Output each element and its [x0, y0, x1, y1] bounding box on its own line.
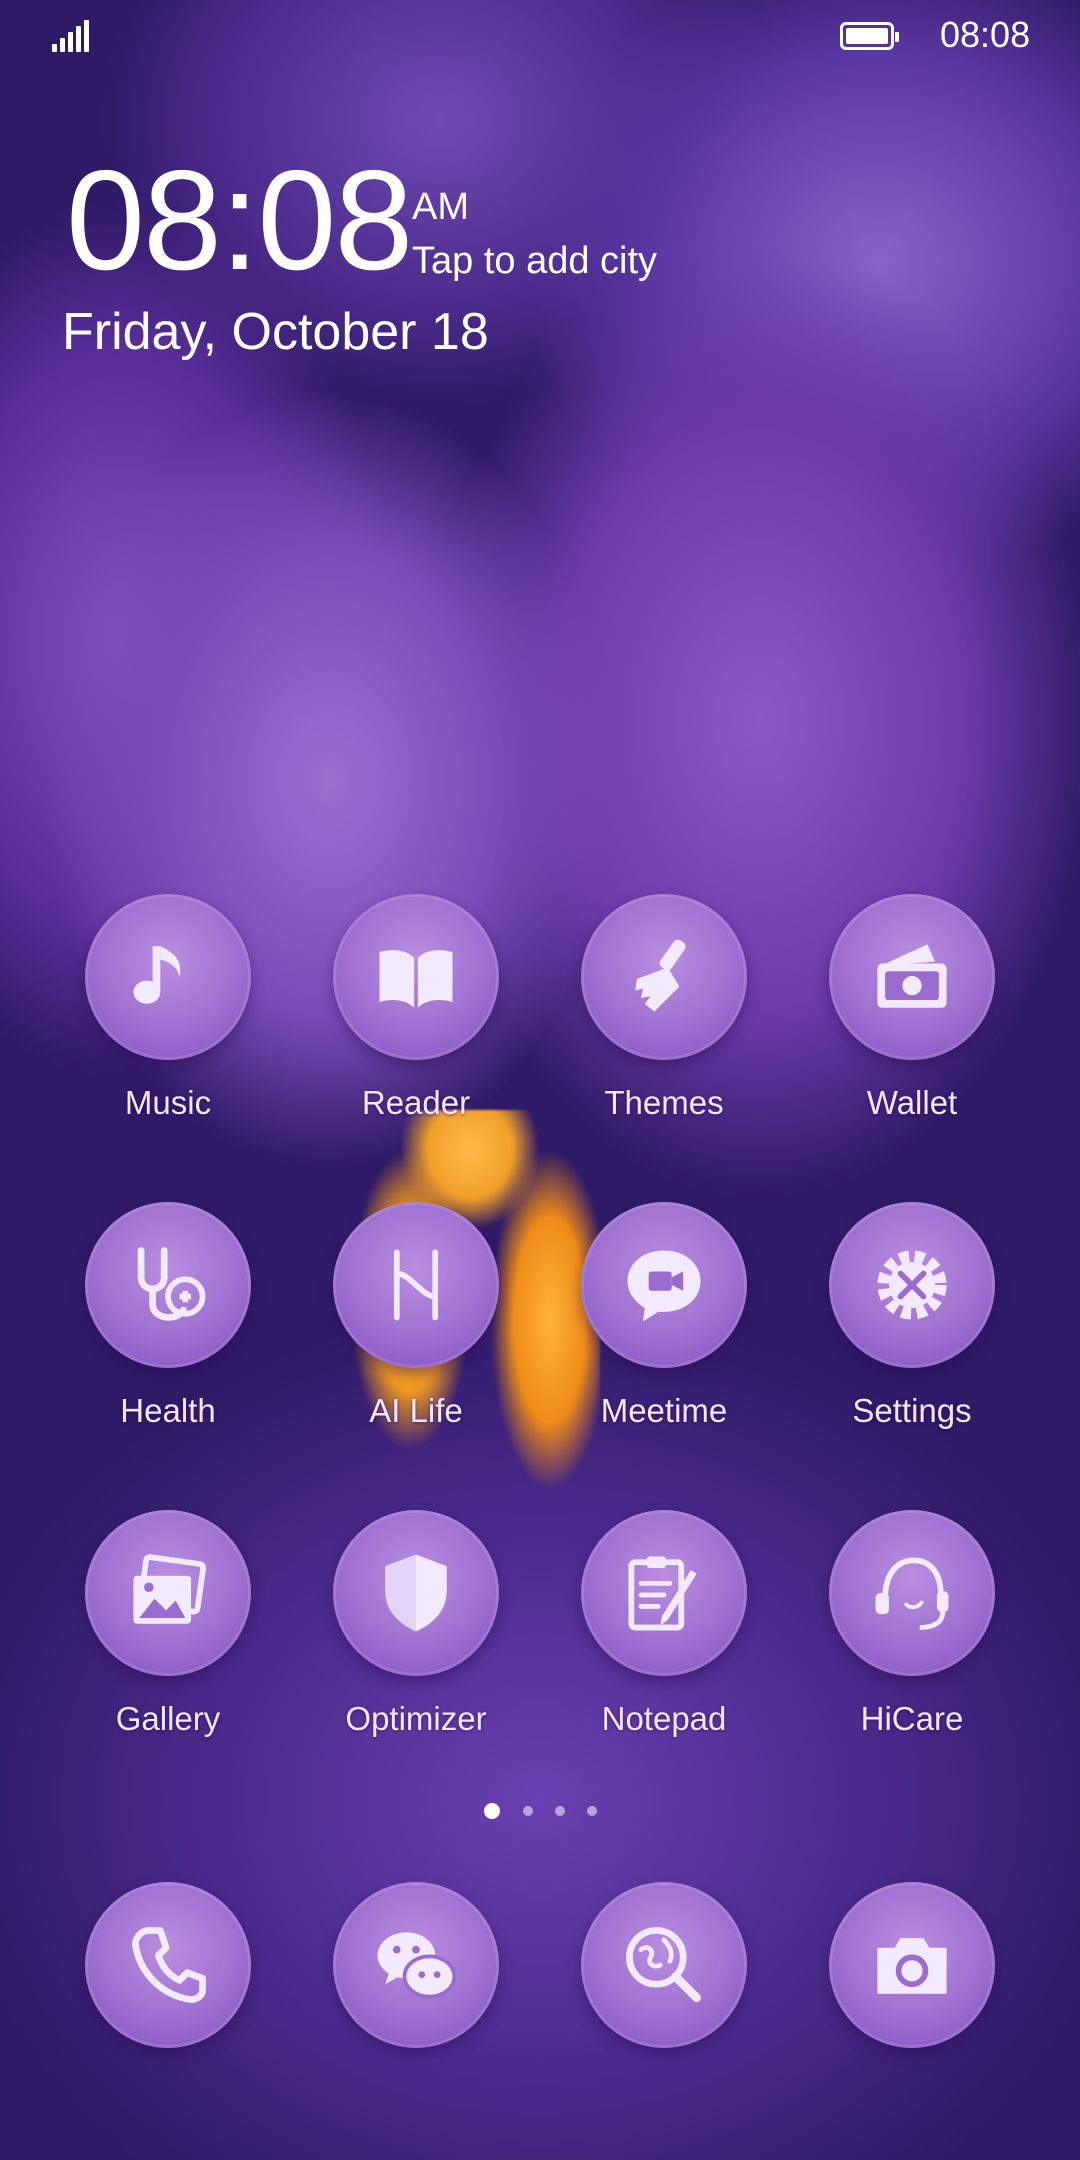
app-health[interactable] — [85, 1202, 251, 1368]
app-label: Wallet — [866, 1084, 958, 1121]
browser-search-icon — [626, 1927, 701, 2002]
app-label: Reader — [361, 1084, 471, 1121]
app-notepad[interactable] — [581, 1510, 747, 1676]
page-dot[interactable] — [555, 1806, 565, 1816]
app-label: Meetime — [600, 1392, 728, 1429]
music-note-icon — [133, 946, 181, 1004]
gallery-icon — [133, 1554, 207, 1624]
phone-icon — [132, 1927, 206, 2003]
app-themes[interactable] — [581, 894, 747, 1060]
page-dot[interactable] — [587, 1806, 597, 1816]
app-label: Settings — [852, 1392, 972, 1429]
app-label: Health — [120, 1392, 216, 1429]
status-time: 08:08 — [940, 14, 1031, 55]
app-meetime[interactable] — [581, 1202, 747, 1368]
app-reader[interactable] — [333, 894, 499, 1060]
headset-icon — [875, 1557, 949, 1630]
app-optimizer[interactable] — [333, 1510, 499, 1676]
wallet-icon — [877, 944, 947, 1008]
camera-icon — [877, 1938, 947, 1994]
app-gallery[interactable] — [85, 1510, 251, 1676]
status-bar: 08:08 — [0, 0, 1080, 72]
video-chat-icon — [627, 1250, 701, 1322]
page-indicator[interactable] — [0, 1802, 1080, 1822]
stethoscope-icon — [137, 1247, 206, 1321]
page-dot-active[interactable] — [484, 1803, 500, 1819]
app-label: Themes — [604, 1084, 724, 1121]
app-ai-life[interactable] — [333, 1202, 499, 1368]
wechat-icon — [377, 1932, 457, 1999]
dock-camera[interactable] — [829, 1882, 995, 2048]
clock-ampm: AM — [412, 186, 469, 228]
app-music[interactable] — [85, 894, 251, 1060]
app-hicare[interactable] — [829, 1510, 995, 1676]
dock-wechat[interactable] — [333, 1882, 499, 2048]
battery-icon — [840, 22, 899, 50]
book-icon — [379, 950, 453, 1008]
app-label: HiCare — [860, 1700, 964, 1737]
signal-icon — [52, 20, 90, 52]
dock-browser[interactable] — [581, 1882, 747, 2048]
app-label: AI Life — [369, 1392, 463, 1429]
app-label: Optimizer — [345, 1700, 487, 1737]
add-city-link[interactable]: Tap to add city — [412, 240, 657, 283]
dock-phone[interactable] — [85, 1882, 251, 2048]
app-wallet[interactable] — [829, 894, 995, 1060]
clock-date[interactable]: Friday, October 18 — [62, 302, 489, 362]
app-label: Music — [124, 1084, 212, 1121]
ai-life-icon — [393, 1249, 439, 1321]
app-settings[interactable] — [829, 1202, 995, 1368]
app-label: Notepad — [601, 1700, 727, 1737]
notepad-icon — [628, 1556, 697, 1631]
clock-time[interactable]: 08:08 — [66, 150, 413, 292]
app-label: Gallery — [115, 1700, 221, 1737]
page-dot[interactable] — [523, 1806, 533, 1816]
shield-icon — [385, 1554, 447, 1632]
paintbrush-icon — [635, 939, 686, 1012]
gear-icon — [877, 1250, 947, 1320]
